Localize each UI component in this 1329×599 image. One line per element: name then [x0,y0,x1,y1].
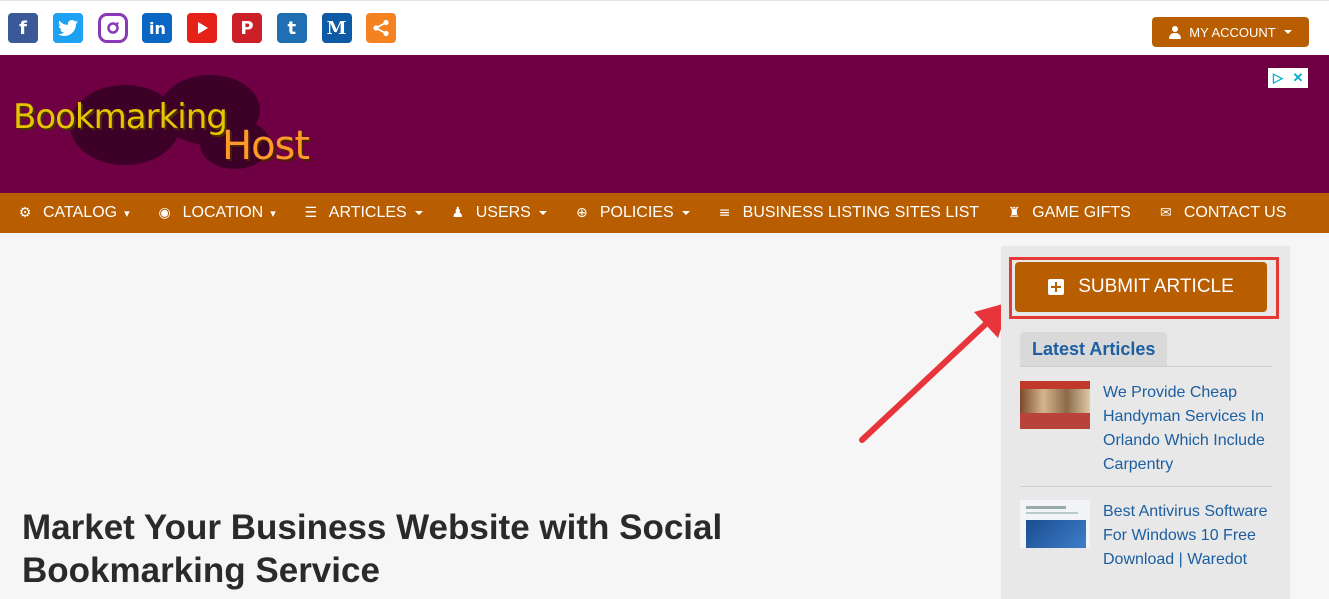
article-link[interactable]: Best Antivirus Software For Windows 10 F… [1103,500,1272,572]
page-title: Market Your Business Website with Social… [22,508,723,590]
nav-users[interactable]: ♟ USERS [449,204,547,222]
nav-policies[interactable]: ⊕ POLICIES [573,204,690,222]
nav-contact-us[interactable]: ✉ CONTACT US [1157,204,1287,222]
nav-users-label: USERS [475,204,531,221]
share-icon[interactable] [366,13,397,43]
nav-articles-label: ARTICLES [328,204,407,221]
nav-business-listing-label: BUSINESS LISTING SITES LIST [742,204,980,221]
plus-square-icon [1048,279,1065,295]
nav-catalog-label: CATALOG [43,204,118,221]
logo-text-bookmarking: Bookmarking [13,97,228,137]
twitter-icon[interactable] [52,13,83,43]
latest-articles-tab[interactable]: Latest Articles [1020,332,1168,366]
divider [1020,366,1272,367]
chess-rook-icon: ♜ [1007,205,1021,221]
chevron-down-icon: ▾ [124,206,130,220]
ad-close-icon[interactable]: ✕ [1288,68,1308,88]
user-tie-icon: ♟ [451,205,464,221]
article-link[interactable]: We Provide Cheap Handyman Services In Or… [1103,381,1272,477]
nav-contact-us-label: CONTACT US [1183,204,1287,221]
instagram-icon[interactable] [97,13,128,43]
submit-article-button[interactable]: SUBMIT ARTICLE [1015,262,1267,312]
submit-article-label: SUBMIT ARTICLE [1078,276,1234,297]
list-icon: ☰ [304,205,318,221]
pinterest-icon[interactable]: P [231,13,262,43]
sidebar: SUBMIT ARTICLE Latest Articles We Provid… [1001,246,1290,599]
nav-articles[interactable]: ☰ ARTICLES [302,204,423,222]
nav-game-gifts[interactable]: ♜ GAME GIFTS [1005,204,1131,222]
facebook-icon[interactable]: f [8,13,38,43]
life-ring-icon: ◉ [158,205,171,221]
article-thumbnail[interactable] [1020,381,1090,429]
submit-article-highlight: SUBMIT ARTICLE [1009,257,1279,319]
social-links: f in P t M [8,13,411,43]
youtube-icon[interactable] [187,13,218,43]
caret-down-icon [414,211,423,215]
caret-down-icon [1283,30,1292,34]
annotation-arrow [859,302,1010,443]
list-item[interactable]: We Provide Cheap Handyman Services In Or… [1020,381,1272,477]
divider [1020,486,1272,487]
article-thumbnail[interactable] [1020,500,1090,548]
align-left-icon: ≡ [718,205,731,221]
list-item[interactable]: Best Antivirus Software For Windows 10 F… [1020,500,1272,572]
my-account-label: MY ACCOUNT [1189,24,1276,40]
site-logo[interactable]: Bookmarking Host [10,75,320,179]
chevron-down-icon: ▾ [270,206,276,220]
nav-location[interactable]: ◉ LOCATION ▾ [156,204,276,222]
ad-choices[interactable]: ▷ ✕ [1268,68,1308,88]
envelope-icon: ✉ [1159,205,1172,221]
logo-text-host: Host [222,123,310,169]
ad-info-icon[interactable]: ▷ [1268,68,1288,88]
crosshair-icon: ⊕ [575,205,588,221]
tumblr-icon[interactable]: t [276,13,307,43]
caret-down-icon [681,211,690,215]
nav-game-gifts-label: GAME GIFTS [1032,204,1131,221]
cogs-icon: ⚙ [18,205,32,221]
my-account-button[interactable]: MY ACCOUNT [1152,17,1309,47]
linkedin-icon[interactable]: in [142,13,173,43]
main-navigation: ⚙ CATALOG ▾ ◉ LOCATION ▾ ☰ ARTICLES ♟ US… [0,193,1329,233]
caret-down-icon [538,211,547,215]
user-icon [1169,25,1182,39]
site-banner: Bookmarking Host ▷ ✕ [0,55,1329,193]
nav-business-listing-sites[interactable]: ≡ BUSINESS LISTING SITES LIST [716,204,980,222]
top-bar: f in P t M MY ACCOUNT [0,0,1329,55]
medium-icon[interactable]: M [321,13,352,43]
nav-location-label: LOCATION [182,204,264,221]
nav-catalog[interactable]: ⚙ CATALOG ▾ [16,204,130,222]
nav-policies-label: POLICIES [599,204,674,221]
